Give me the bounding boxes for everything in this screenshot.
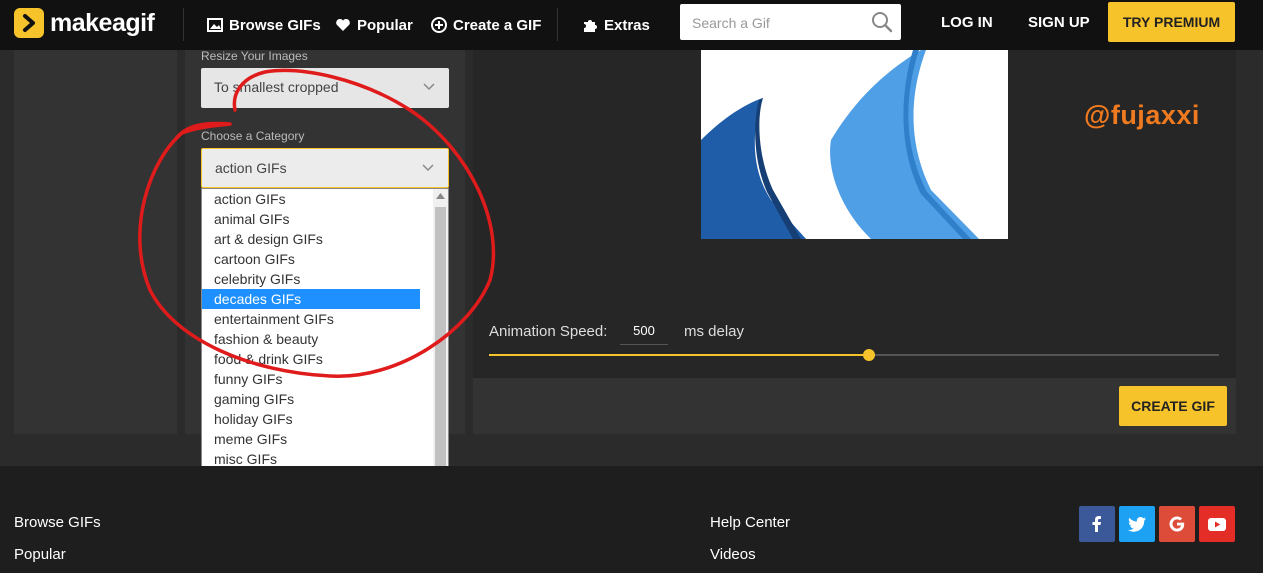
footer xyxy=(0,466,1263,573)
dropdown-option[interactable]: food & drink GIFs xyxy=(202,349,420,369)
category-select[interactable]: action GIFs xyxy=(201,148,449,188)
nav-create-label: Create a GIF xyxy=(453,16,542,34)
nav-extras-label: Extras xyxy=(604,16,650,34)
dropdown-option[interactable]: holiday GIFs xyxy=(202,409,420,429)
twitter-icon xyxy=(1128,516,1146,532)
animation-speed-label: Animation Speed: xyxy=(489,323,608,340)
nav-popular-label: Popular xyxy=(357,16,413,34)
image-icon xyxy=(207,18,223,32)
logo[interactable]: makeagif xyxy=(14,8,155,38)
create-gif-button[interactable]: CREATE GIF xyxy=(1119,386,1227,426)
search-input[interactable] xyxy=(690,4,864,42)
resize-label: Resize Your Images xyxy=(201,49,308,63)
divider xyxy=(557,8,558,41)
nav-browse[interactable]: Browse GIFs xyxy=(207,13,321,37)
facebook-button[interactable] xyxy=(1079,506,1115,542)
preview-graphic xyxy=(701,50,1008,239)
google-icon xyxy=(1169,516,1185,532)
scrollbar-thumb[interactable] xyxy=(435,207,446,487)
resize-select-value: To smallest cropped xyxy=(214,79,339,95)
nav-extras[interactable]: Extras xyxy=(582,13,650,37)
facebook-icon xyxy=(1092,516,1101,532)
dropdown-option[interactable]: animal GIFs xyxy=(202,209,420,229)
chevron-down-icon xyxy=(423,83,435,91)
dropdown-option[interactable]: meme GIFs xyxy=(202,429,420,449)
dropdown-option[interactable]: fashion & beauty xyxy=(202,329,420,349)
top-navbar: makeagif Browse GIFs Popular Create a GI… xyxy=(0,0,1263,50)
animation-speed-input[interactable]: 500 xyxy=(620,318,668,345)
footer-link-popular[interactable]: Popular xyxy=(14,546,66,563)
puzzle-icon xyxy=(584,20,597,32)
logo-text: makeagif xyxy=(50,8,155,37)
category-label: Choose a Category xyxy=(201,129,305,143)
dropdown-option[interactable]: entertainment GIFs xyxy=(202,309,420,329)
left-panel xyxy=(14,50,177,434)
speed-slider-fill xyxy=(489,354,870,356)
signup-link[interactable]: SIGN UP xyxy=(1028,14,1090,31)
dropdown-option[interactable]: funny GIFs xyxy=(202,369,420,389)
search-box xyxy=(680,4,901,42)
google-button[interactable] xyxy=(1159,506,1195,542)
divider xyxy=(183,8,184,41)
nav-popular[interactable]: Popular xyxy=(335,13,413,37)
login-link[interactable]: LOG IN xyxy=(941,14,993,31)
footer-link-videos[interactable]: Videos xyxy=(710,546,756,563)
speed-slider-track[interactable] xyxy=(489,349,1219,361)
animation-speed-unit: ms delay xyxy=(684,323,745,340)
logo-icon xyxy=(14,8,44,38)
heart-icon xyxy=(336,18,350,31)
dropdown-option[interactable]: decades GIFs xyxy=(202,289,420,309)
plus-circle-icon xyxy=(431,17,447,33)
nav-browse-label: Browse GIFs xyxy=(229,16,321,34)
search-icon[interactable] xyxy=(871,11,893,33)
try-premium-button[interactable]: TRY PREMIUM xyxy=(1108,2,1235,42)
chevron-down-icon xyxy=(422,164,434,172)
dropdown-option[interactable]: gaming GIFs xyxy=(202,389,420,409)
gif-preview-image xyxy=(701,50,1008,239)
dropdown-option[interactable]: cartoon GIFs xyxy=(202,249,420,269)
dropdown-option[interactable]: art & design GIFs xyxy=(202,229,420,249)
footer-link-browse[interactable]: Browse GIFs xyxy=(14,514,101,531)
dropdown-option[interactable]: celebrity GIFs xyxy=(202,269,420,289)
youtube-button[interactable] xyxy=(1199,506,1235,542)
footer-link-help[interactable]: Help Center xyxy=(710,514,790,531)
scroll-up-icon[interactable] xyxy=(436,193,445,199)
watermark-text: @fujaxxi xyxy=(1084,100,1200,130)
youtube-icon xyxy=(1208,517,1226,531)
twitter-button[interactable] xyxy=(1119,506,1155,542)
dropdown-option[interactable]: action GIFs xyxy=(202,189,420,209)
resize-select[interactable]: To smallest cropped xyxy=(201,68,449,108)
category-select-value: action GIFs xyxy=(215,160,287,176)
nav-create[interactable]: Create a GIF xyxy=(431,13,541,37)
